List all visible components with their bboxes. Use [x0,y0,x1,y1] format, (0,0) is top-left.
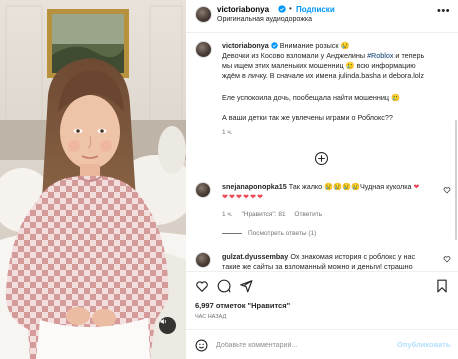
following-button[interactable]: Подписки [296,5,335,14]
load-more-comments-icon[interactable] [315,152,328,165]
caption-line-4: ждём в личку. В сначале их имена julinda… [222,71,454,81]
comment-composer: Опубликовать [186,329,458,359]
commenter-username[interactable]: gulzat.dyussembay [222,252,288,261]
post-timestamp: ЧАС НАЗАД [195,314,227,320]
comment-text: Так жалко [288,182,323,191]
comment-meta: 1 ч. "Нравится": 81 Ответить [222,211,329,218]
more-options-icon[interactable]: ••• [437,5,450,17]
caption-line-6: А ваши детки так же увлечены играми о Ро… [222,113,393,122]
publish-comment-button[interactable]: Опубликовать [397,340,451,349]
commenter-avatar[interactable] [195,252,211,268]
video-frame-illustration [0,0,186,359]
comment-text: Чудная куколка [359,182,412,191]
mentioned-names[interactable]: julinda.basha и debora.lolz [338,71,424,80]
comment-body-line-1: snejanaponopka15 Так жалко 😢😢😢😢Чудная ку… [222,182,440,192]
caption-line-3: мы ищем этих маленьких мошенниц 🥲 всю ин… [222,61,416,70]
view-replies-label: Посмотреть ответы (1) [248,230,317,237]
audio-track-link[interactable]: Оригинальная аудиодорожка [217,16,312,23]
comment-item: gulzat.dyussembay Ох знакомая история с … [186,250,458,270]
comment-input[interactable] [216,337,386,353]
bookmark-save-icon[interactable] [435,279,449,293]
mute-button[interactable] [159,317,176,334]
reply-button[interactable]: Ответить [294,211,322,218]
caption-username[interactable]: victoriabonya [222,41,269,50]
like-heart-icon[interactable] [195,279,209,293]
caption-title: Внимание розыск [279,41,339,50]
scrollbar[interactable] [455,120,457,240]
caption-timestamp: 1 ч. [222,129,233,136]
share-send-icon[interactable] [239,279,253,293]
caption-line-2: Девочки из Косово взломали у Анджелины #… [222,51,454,61]
caption-text: Девочки из Косово взломали у Анджелины [222,51,368,60]
heart-emoji-icon: ❤ [413,182,420,191]
post-header: victoriabonya • Подписки Оригинальная ау… [186,0,458,33]
emoji-smile-icon[interactable] [195,339,208,352]
author-username[interactable]: victoriabonya [217,5,269,14]
comment-body-line-2: такие же сайты за взломанный можно и ден… [222,262,413,270]
caption-text: и теперь [393,51,425,60]
verified-badge-icon [271,42,278,49]
author-avatar[interactable] [195,6,212,23]
like-comment-heart-icon[interactable] [443,255,451,263]
commenter-username[interactable]: snejanaponopka15 [222,182,287,191]
post-modal: victoriabonya • Подписки Оригинальная ау… [0,0,458,359]
hashtag-link[interactable]: #Roblox [367,51,393,60]
caption-avatar[interactable] [195,41,212,58]
like-count[interactable]: 6,997 отметок "Нравится" [195,301,290,310]
sad-emoji-icon: 😢😢😢😢 [324,182,360,191]
comment-body-line-1: gulzat.dyussembay Ох знакомая история с … [222,252,440,262]
caption-line-5: Еле успокоила дочь, пообещала найти моше… [222,93,400,102]
like-comment-heart-icon[interactable] [443,186,451,194]
sad-emoji-icon: 😢 [340,41,350,50]
view-replies-button[interactable]: Посмотреть ответы (1) [222,230,316,237]
comment-text: Ох знакомая история с роблокс у нас [290,252,416,261]
comment-like-count[interactable]: "Нравится": 81 [241,211,285,218]
speaker-icon [160,318,166,325]
replies-divider [222,233,242,234]
video-player[interactable] [0,0,186,359]
post-actions: 6,997 отметок "Нравится" ЧАС НАЗАД Опубл… [186,271,458,359]
verified-badge-icon [278,5,286,13]
heart-emoji-row-icon: ❤❤❤❤❤❤ [222,192,265,201]
commenter-avatar[interactable] [195,182,211,198]
separator-dot: • [289,4,292,13]
post-details-panel: victoriabonya • Подписки Оригинальная ау… [186,0,458,359]
comment-timestamp: 1 ч. [222,211,233,218]
comment-bubble-icon[interactable] [217,279,231,293]
caption-text: ждём в личку. В сначале их имена [222,71,339,80]
caption-line-1: victoriabonya Внимание розыск 😢 [222,41,454,51]
